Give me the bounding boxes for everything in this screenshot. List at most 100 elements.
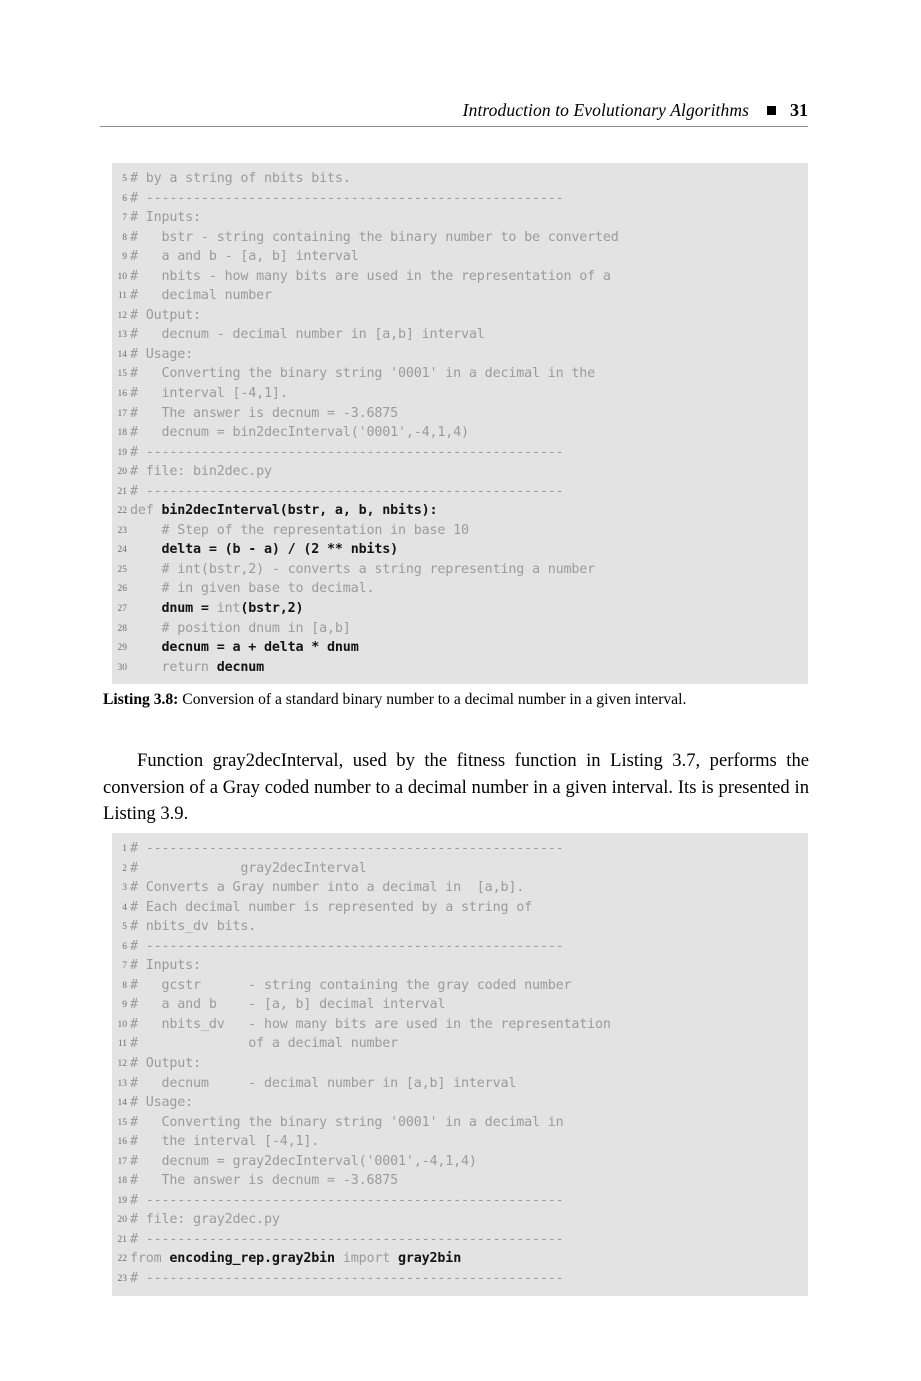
code-line: 4 # Each decimal number is represented by… (112, 898, 808, 918)
code-line: 12 # Output: (112, 306, 808, 326)
code-token-comment: # Output: (130, 1056, 201, 1072)
code-token-comment: # the interval [-4,1]. (130, 1134, 320, 1150)
code-line: 8 # gcstr - string containing the gray co… (112, 976, 808, 996)
code-token-comment: # position dnum in [a,b] (130, 620, 351, 636)
listing-caption-label: Listing 3.8: (103, 691, 179, 708)
code-line-text: # of a decimal number (130, 1034, 398, 1054)
code-token-comment: # --------------------------------------… (130, 444, 564, 460)
code-line-text: # decimal number (130, 286, 272, 306)
code-token-comment: # --------------------------------------… (130, 1271, 564, 1287)
code-line: 19 # ------------------------------------… (112, 1191, 808, 1211)
code-line: 2 # gray2decInterval (112, 859, 808, 879)
code-line: 8 # bstr - string containing the binary n… (112, 228, 808, 248)
code-line: 23 # ------------------------------------… (112, 1269, 808, 1289)
code-line-number: 14 (117, 1098, 128, 1109)
code-line: 23 # Step of the representation in base … (112, 521, 808, 541)
code-token-kw: return (130, 659, 217, 675)
code-line-number: 8 (122, 232, 127, 243)
code-line-number: 7 (122, 961, 127, 972)
code-line-number: 25 (117, 564, 128, 575)
code-listing-block-2: 1 # -------------------------------------… (112, 833, 808, 1296)
code-line: 1 # -------------------------------------… (112, 839, 808, 859)
code-line: 10 # nbits_dv - how many bits are used in… (112, 1015, 808, 1035)
code-line: 14 # Usage: (112, 345, 808, 365)
code-line-text: # Inputs: (130, 208, 201, 228)
code-token-comment: # decimal number (130, 288, 272, 304)
code-token-comment: # --------------------------------------… (130, 841, 564, 856)
code-line: 12 # Output: (112, 1054, 808, 1074)
code-line-text: # Each decimal number is represented by … (130, 898, 532, 918)
code-line-number: 22 (117, 506, 128, 517)
code-line-number: 18 (117, 1176, 128, 1187)
code-token-comment: # file: bin2dec.py (130, 464, 272, 480)
code-line: 10 # nbits - how many bits are used in th… (112, 267, 808, 287)
code-token-kw: def (130, 503, 162, 519)
code-line-text: def bin2decInterval(bstr, a, b, nbits): (130, 501, 438, 521)
code-line: 30 return decnum (112, 658, 808, 678)
code-line-text: # by a string of nbits bits. (130, 169, 351, 189)
code-line-number: 14 (117, 349, 128, 360)
code-token-comment: # file: gray2dec.py (130, 1212, 280, 1228)
code-line-text: # --------------------------------------… (130, 1191, 564, 1211)
code-line: 14 # Usage: (112, 1093, 808, 1113)
code-line-text: # --------------------------------------… (130, 1269, 564, 1289)
code-line-text: # the interval [-4,1]. (130, 1132, 319, 1152)
code-line-number: 3 (122, 883, 127, 894)
code-line-number: 17 (117, 408, 128, 419)
code-line-text: # decnum - decimal number in [a,b] inter… (130, 325, 485, 345)
code-line: 6 # -------------------------------------… (112, 937, 808, 957)
code-line: 22 from encoding_rep.gray2bin import gray… (112, 1249, 808, 1269)
code-line-number: 11 (117, 291, 127, 302)
code-line: 21 # ------------------------------------… (112, 1230, 808, 1250)
code-line: 27 dnum = int(bstr,2) (112, 599, 808, 619)
code-line-text: delta = (b - a) / (2 ** nbits) (130, 540, 399, 560)
code-line-text: # a and b - [a, b] interval (130, 247, 359, 267)
code-line-text: # The answer is decnum = -3.6875 (130, 1171, 398, 1191)
code-line: 11 # of a decimal number (112, 1034, 808, 1054)
code-line-number: 13 (117, 1078, 128, 1089)
code-line-text: # --------------------------------------… (130, 189, 564, 209)
code-line-text: # Output: (130, 1054, 201, 1074)
code-token-comment: # Step of the representation in base 10 (130, 522, 470, 538)
header-divider (100, 126, 808, 127)
code-line-text: # decnum = gray2decInterval('0001',-4,1,… (130, 1152, 477, 1172)
code-line-text: # Usage: (130, 1093, 193, 1113)
code-line-text: # --------------------------------------… (130, 937, 564, 957)
code-token-comment: # gcstr - string containing the gray cod… (130, 977, 572, 993)
code-line-number: 10 (117, 271, 128, 282)
code-line-number: 23 (117, 525, 128, 536)
code-line-text: # gcstr - string containing the gray cod… (130, 976, 572, 996)
code-line-text: # --------------------------------------… (130, 443, 564, 463)
code-token-comment: # decnum = gray2decInterval('0001',-4,1,… (130, 1153, 477, 1169)
code-line-number: 26 (117, 584, 128, 595)
code-token-comment: # in given base to decimal. (130, 581, 375, 597)
code-line-text: # Step of the representation in base 10 (130, 521, 470, 541)
code-line-number: 19 (117, 1195, 128, 1206)
code-token-kw: import (342, 1251, 399, 1267)
code-line: 29 decnum = a + delta * dnum (112, 638, 808, 658)
code-line-text: # Inputs: (130, 956, 201, 976)
code-line-text: # position dnum in [a,b] (130, 619, 351, 639)
code-line-text: # nbits - how many bits are used in the … (130, 267, 611, 287)
code-line-number: 30 (117, 662, 128, 673)
code-line-text: # Converts a Gray number into a decimal … (130, 878, 524, 898)
code-line-text: # interval [-4,1]. (130, 384, 288, 404)
code-token-comment: # gray2decInterval (130, 860, 367, 876)
code-token-code: bin2decInterval(bstr, a, b, nbits): (161, 503, 438, 519)
code-line-number: 27 (117, 604, 128, 615)
code-token-comment: # nbits - how many bits are used in the … (130, 268, 611, 284)
code-line: 19 # ------------------------------------… (112, 443, 808, 463)
listing-caption-text: Conversion of a standard binary number t… (178, 691, 687, 708)
code-line: 13 # decnum - decimal number in [a,b] int… (112, 325, 808, 345)
code-line-text: # decnum = bin2decInterval('0001',-4,1,4… (130, 423, 469, 443)
code-token-comment: # bstr - string containing the binary nu… (130, 229, 619, 245)
code-line-text: # nbits_dv - how many bits are used in t… (130, 1015, 611, 1035)
code-line-number: 11 (117, 1039, 127, 1050)
code-line-number: 9 (122, 252, 127, 263)
code-token-comment: # --------------------------------------… (130, 190, 564, 206)
code-line-number: 15 (117, 1117, 128, 1128)
code-line-number: 4 (122, 902, 127, 913)
code-token-kw: from (130, 1251, 170, 1267)
code-token-comment: # --------------------------------------… (130, 1231, 564, 1247)
code-line-number: 1 (122, 844, 127, 854)
